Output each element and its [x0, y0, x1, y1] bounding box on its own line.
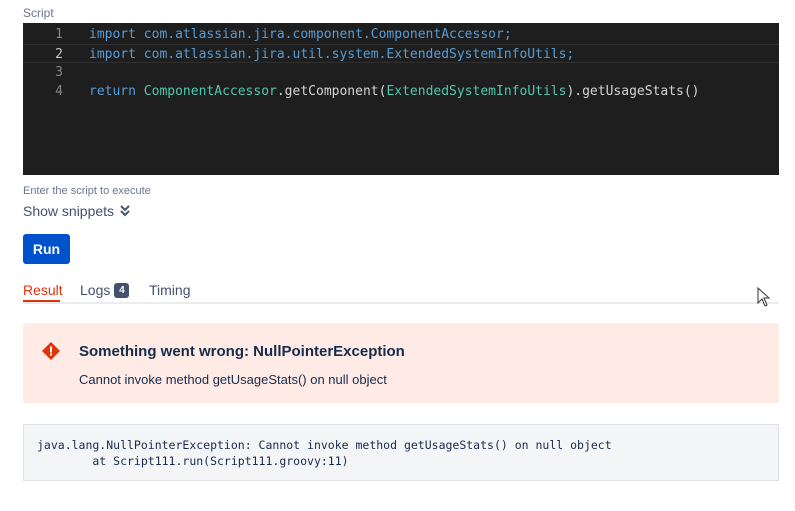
error-message-panel: Something went wrong: NullPointerExcepti…	[23, 323, 779, 403]
line-number: 3	[55, 65, 63, 80]
tab-result-label: Result	[23, 282, 63, 298]
mouse-cursor-icon	[757, 286, 771, 312]
class-name: ComponentAccessor	[143, 84, 277, 99]
show-snippets-toggle[interactable]: Show snippets	[23, 203, 130, 219]
code-text: return ComponentAccessor.getComponent(Ex…	[89, 82, 700, 101]
code-editor[interactable]: 1 import com.atlassian.jira.component.Co…	[23, 23, 779, 175]
stack-trace-line: java.lang.NullPointerException: Cannot i…	[37, 438, 612, 452]
stack-trace: java.lang.NullPointerException: Cannot i…	[23, 424, 779, 481]
code-text: import com.atlassian.jira.component.Comp…	[89, 27, 512, 42]
tab-result[interactable]: Result	[23, 282, 63, 298]
line-number: 1	[55, 27, 63, 42]
tab-logs-label: Logs	[80, 282, 111, 298]
script-label: Script	[23, 6, 54, 20]
class-name: ExtendedSystemInfoUtils	[386, 84, 567, 99]
error-message: Cannot invoke method getUsageStats() on …	[79, 372, 387, 387]
result-tabs: Result Logs 4 Timing	[23, 280, 779, 304]
show-snippets-label: Show snippets	[23, 203, 115, 219]
double-chevron-down-icon	[120, 205, 130, 217]
tab-logs[interactable]: Logs 4	[80, 282, 130, 298]
code-line-1[interactable]: 1 import com.atlassian.jira.component.Co…	[23, 25, 779, 44]
code-line-4[interactable]: 4 return ComponentAccessor.getComponent(…	[23, 82, 779, 101]
code-text: import com.atlassian.jira.util.system.Ex…	[89, 47, 575, 62]
code-line-3[interactable]: 3	[23, 63, 779, 82]
method-call: .getComponent(	[276, 84, 387, 99]
run-button[interactable]: Run	[23, 234, 70, 264]
tab-timing[interactable]: Timing	[149, 282, 191, 298]
keyword-return: return	[89, 84, 144, 99]
stack-trace-line: at Script111.run(Script111.groovy:11)	[37, 454, 349, 468]
code-line-2[interactable]: 2 import com.atlassian.jira.util.system.…	[23, 44, 779, 63]
line-number: 2	[55, 47, 63, 62]
tab-timing-label: Timing	[149, 282, 191, 298]
error-icon	[42, 342, 60, 365]
error-title: Something went wrong: NullPointerExcepti…	[79, 343, 405, 360]
line-number: 4	[55, 84, 63, 99]
logs-count-badge: 4	[114, 282, 130, 298]
tab-selected-indicator	[23, 300, 60, 302]
helper-text: Enter the script to execute	[23, 185, 151, 197]
method-call: ).getUsageStats()	[566, 84, 700, 99]
